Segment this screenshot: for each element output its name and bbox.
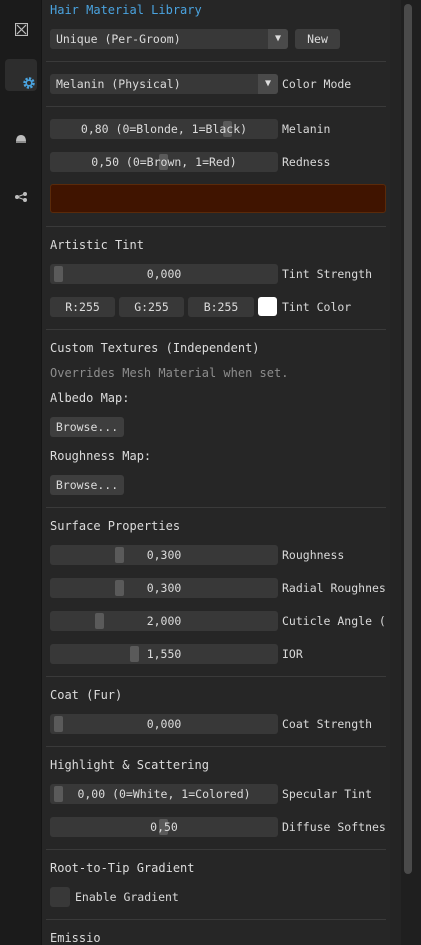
preset-dropdown[interactable]: Unique (Per-Groom) ▼ (50, 29, 288, 49)
diffuse-softness-label: Diffuse Softnes (282, 820, 386, 834)
slider-grab[interactable] (95, 613, 104, 629)
coat-strength-slider[interactable]: 0,000 (50, 714, 278, 734)
redness-slider[interactable]: 0,50 (0=Brown, 1=Red) (50, 152, 278, 172)
melanin-slider[interactable]: 0,80 (0=Blonde, 1=Black) (50, 119, 278, 139)
diffuse-softness-slider[interactable]: 0,50 (50, 817, 278, 837)
chevron-down-icon: ▼ (258, 74, 278, 94)
divider (46, 676, 386, 677)
redness-label: Redness (282, 155, 331, 169)
roughness-value: 0,300 (146, 548, 182, 562)
coat-strength-label: Coat Strength (282, 717, 373, 731)
coat-strength-value: 0,000 (146, 717, 182, 731)
radial-roughness-label: Radial Roughnes (282, 581, 386, 595)
tint-r-field[interactable]: R:255 (50, 297, 115, 317)
specular-tint-slider[interactable]: 0,00 (0=White, 1=Colored) (50, 784, 278, 804)
divider (46, 746, 386, 747)
roughness-slider[interactable]: 0,300 (50, 545, 278, 565)
specular-tint-value: 0,00 (0=White, 1=Colored) (77, 787, 251, 801)
tint-strength-label: Tint Strength (282, 267, 373, 281)
color-mode-label: Color Mode (282, 77, 352, 91)
material-panel: Hair Material Library Unique (Per-Groom)… (42, 0, 390, 945)
chevron-down-icon: ▼ (268, 29, 288, 49)
cuticle-angle-slider[interactable]: 2,000 (50, 611, 278, 631)
preset-value: Unique (Per-Groom) (56, 32, 181, 46)
ior-label: IOR (282, 647, 303, 661)
color-mode-value: Melanin (Physical) (56, 77, 181, 91)
radial-roughness-slider[interactable]: 0,300 (50, 578, 278, 598)
new-button[interactable]: New (295, 29, 340, 49)
roughness-label: Roughness (282, 548, 345, 562)
albedo-map-label: Albedo Map: (50, 391, 130, 405)
artistic-tint-header: Artistic Tint (50, 238, 144, 252)
tint-color-swatch[interactable] (258, 297, 277, 316)
hair-icon (16, 135, 26, 143)
divider (46, 849, 386, 850)
custom-textures-header: Custom Textures (Independent) (50, 341, 260, 355)
slider-grab[interactable] (54, 716, 63, 732)
sidebar-material-tab[interactable] (5, 59, 37, 91)
redness-value: 0,50 (0=Brown, 1=Red) (91, 155, 237, 169)
enable-gradient-checkbox[interactable] (50, 887, 70, 907)
sidebar-close-box[interactable] (5, 14, 37, 44)
divider (46, 106, 386, 107)
albedo-browse-button[interactable]: Browse... (50, 417, 124, 437)
sidebar-nodes-tab[interactable] (5, 182, 37, 212)
share-nodes-icon (15, 192, 27, 202)
roughness-map-label: Roughness Map: (50, 449, 152, 463)
tint-color-label: Tint Color (282, 300, 352, 314)
cuticle-angle-value: 2,000 (146, 614, 182, 628)
divider (46, 919, 386, 920)
specular-tint-label: Specular Tint (282, 787, 373, 801)
coat-header: Coat (Fur) (50, 688, 123, 702)
divider (46, 329, 386, 330)
hair-color-preview[interactable] (50, 184, 386, 213)
cuticle-angle-label: Cuticle Angle ( (282, 614, 386, 628)
emission-header: Emissio (50, 931, 101, 945)
tint-b-field[interactable]: B:255 (188, 297, 254, 317)
tint-strength-value: 0,000 (146, 267, 182, 281)
scrollbar-thumb[interactable] (404, 4, 412, 874)
divider (46, 507, 386, 508)
highlight-scattering-header: Highlight & Scattering (50, 758, 209, 772)
enable-gradient-label: Enable Gradient (75, 890, 179, 904)
close-box-icon (14, 22, 28, 36)
custom-textures-note: Overrides Mesh Material when set. (50, 366, 289, 380)
panel-title: Hair Material Library (50, 3, 202, 17)
surface-properties-header: Surface Properties (50, 519, 181, 533)
slider-grab[interactable] (54, 786, 63, 802)
slider-grab[interactable] (115, 547, 124, 563)
melanin-label: Melanin (282, 122, 331, 136)
tint-strength-slider[interactable]: 0,000 (50, 264, 278, 284)
diffuse-softness-value: 0,50 (150, 820, 178, 834)
sidebar (0, 0, 42, 945)
gear-icon (23, 77, 35, 89)
divider (46, 226, 386, 227)
slider-grab[interactable] (130, 646, 139, 662)
slider-grab[interactable] (115, 580, 124, 596)
slider-grab[interactable] (54, 266, 63, 282)
ior-value: 1,550 (146, 647, 182, 661)
tint-g-field[interactable]: G:255 (119, 297, 184, 317)
divider (46, 61, 386, 62)
sidebar-hair-tab[interactable] (5, 124, 37, 154)
color-mode-dropdown[interactable]: Melanin (Physical) ▼ (50, 74, 278, 94)
radial-roughness-value: 0,300 (146, 581, 182, 595)
roughness-browse-button[interactable]: Browse... (50, 475, 124, 495)
melanin-value: 0,80 (0=Blonde, 1=Black) (80, 122, 248, 136)
ior-slider[interactable]: 1,550 (50, 644, 278, 664)
gradient-header: Root-to-Tip Gradient (50, 861, 195, 875)
